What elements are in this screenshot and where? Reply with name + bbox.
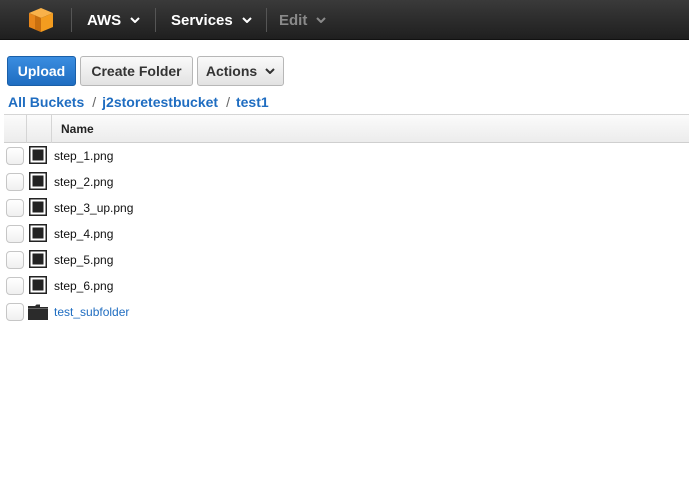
name-column-header[interactable]: Name [61,115,94,143]
file-icon [29,224,47,242]
chevron-down-icon [242,17,252,23]
select-column-header[interactable] [4,115,27,143]
row-checkbox[interactable] [6,147,24,165]
object-name[interactable]: step_1.png [54,143,113,169]
edit-menu-label: Edit [279,11,308,29]
breadcrumb-bucket[interactable]: j2storetestbucket [102,94,218,110]
aws-menu[interactable]: AWS [87,0,140,40]
object-name[interactable]: step_6.png [54,273,113,299]
nav-separator [266,8,267,32]
row-checkbox[interactable] [6,199,24,217]
nav-separator [71,8,72,32]
table-row[interactable]: step_4.png [4,221,689,247]
create-folder-button[interactable]: Create Folder [80,56,193,86]
upload-button-label: Upload [17,63,66,79]
row-checkbox[interactable] [6,303,24,321]
breadcrumb-all-buckets[interactable]: All Buckets [8,94,84,110]
file-icon [29,198,47,216]
breadcrumb-folder[interactable]: test1 [236,94,269,110]
file-icon [29,250,47,268]
top-nav-bar: AWS Services Edit [0,0,689,40]
services-menu-label: Services [171,11,233,29]
row-checkbox[interactable] [6,225,24,243]
breadcrumb: All Buckets / j2storetestbucket / test1 [8,93,269,111]
object-table: Name step_1.png step_2.png step_3_up.png [4,114,689,325]
table-row[interactable]: step_1.png [4,143,689,169]
breadcrumb-separator: / [226,94,230,110]
aws-menu-label: AWS [87,11,122,29]
actions-button[interactable]: Actions [197,56,284,86]
table-row[interactable]: step_2.png [4,169,689,195]
file-icon [29,276,47,294]
table-row[interactable]: step_6.png [4,273,689,299]
row-checkbox[interactable] [6,277,24,295]
icon-column-header [27,115,52,143]
services-menu[interactable]: Services [171,0,252,40]
edit-menu[interactable]: Edit [279,0,327,40]
table-row[interactable]: test_subfolder [4,299,689,325]
aws-cube-icon[interactable] [24,6,58,34]
row-checkbox[interactable] [6,251,24,269]
table-row[interactable]: step_3_up.png [4,195,689,221]
breadcrumb-separator: / [92,94,97,110]
chevron-down-icon [316,17,327,23]
actions-button-label: Actions [205,63,258,79]
create-folder-button-label: Create Folder [91,63,182,79]
object-name[interactable]: step_4.png [54,221,113,247]
nav-separator [155,8,156,32]
chevron-down-icon [265,68,275,74]
upload-button[interactable]: Upload [7,56,76,86]
row-checkbox[interactable] [6,173,24,191]
table-row[interactable]: step_5.png [4,247,689,273]
folder-icon [28,304,48,320]
object-name[interactable]: step_2.png [54,169,113,195]
object-name[interactable]: step_3_up.png [54,195,133,221]
file-icon [29,172,47,190]
chevron-down-icon [130,17,140,23]
file-icon [29,146,47,164]
table-header: Name [4,114,689,143]
object-name[interactable]: test_subfolder [54,299,129,325]
object-name[interactable]: step_5.png [54,247,113,273]
